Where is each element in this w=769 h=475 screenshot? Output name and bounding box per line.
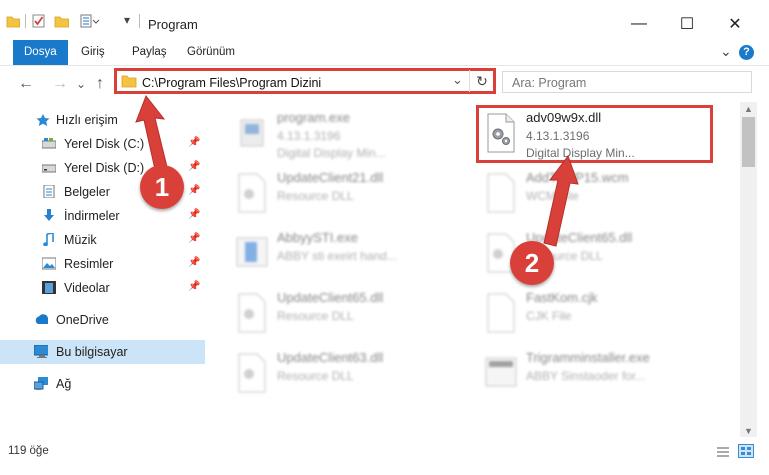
drive-icon: [42, 138, 56, 149]
file-name: UpdateClient63.dll: [277, 350, 384, 365]
expand-ribbon-icon[interactable]: ⌄: [720, 43, 732, 60]
title-bar: ▾ Program — ☐ ✕: [0, 0, 769, 41]
dll-gear-icon: [238, 353, 266, 393]
forward-button[interactable]: →: [52, 75, 68, 93]
tab-share[interactable]: Paylaş: [121, 40, 178, 65]
up-button[interactable]: ↑: [96, 75, 104, 93]
tab-view[interactable]: Görünüm: [176, 40, 246, 65]
sidebar-item-this-pc[interactable]: Bu bilgisayar: [0, 340, 205, 364]
new-folder-icon[interactable]: [54, 13, 70, 29]
file-item[interactable]: UpdateClient65.dll Resource DLL: [235, 290, 470, 350]
properties-icon[interactable]: [31, 13, 47, 29]
address-path[interactable]: C:\Program Files\Program Dizini: [142, 76, 321, 90]
computer-icon: [34, 345, 48, 358]
drive-icon: [42, 164, 56, 173]
scroll-down-icon[interactable]: ▼: [744, 426, 753, 436]
network-icon: [34, 377, 48, 390]
sidebar-item-label: Bu bilgisayar: [56, 345, 128, 359]
dll-gear-icon: [238, 293, 266, 333]
file-type: CJK File: [526, 309, 572, 323]
scroll-up-icon[interactable]: ▲: [744, 104, 753, 114]
file-name: Trigramminstaller.exe: [526, 350, 650, 365]
sidebar-item-label: Ağ: [56, 377, 72, 391]
file-item[interactable]: FastKom.cjk CJK File: [484, 290, 719, 350]
window-title: Program: [148, 17, 198, 32]
exe-icon: [485, 357, 517, 387]
videos-icon: [42, 281, 56, 294]
sidebar-item-videos[interactable]: Videolar 📌: [0, 276, 205, 300]
separator: [25, 14, 26, 28]
folder-icon: [121, 75, 137, 88]
quick-access-customize-icon[interactable]: ▾: [124, 13, 130, 27]
file-name: FastKom.cjk: [526, 290, 598, 305]
generic-file-icon: [487, 293, 515, 333]
tab-home[interactable]: Giriş: [70, 40, 116, 65]
sidebar-item-onedrive[interactable]: OneDrive: [0, 308, 205, 332]
file-description: Digital Display Min...: [277, 146, 386, 160]
details-view-icon[interactable]: [716, 446, 730, 458]
sidebar-item-label: Videolar: [64, 281, 110, 295]
minimize-button[interactable]: —: [616, 8, 662, 40]
file-type: Resource DLL: [277, 189, 354, 203]
pictures-icon: [42, 257, 56, 270]
folder-icon: [6, 16, 20, 28]
back-button[interactable]: ←: [18, 75, 34, 93]
sidebar-item-pictures[interactable]: Resimler 📌: [0, 252, 205, 276]
sidebar-item-label: OneDrive: [56, 313, 109, 327]
music-icon: [43, 233, 54, 246]
sidebar-item-label: Resimler: [64, 257, 114, 271]
sidebar-item-music[interactable]: Müzik 📌: [0, 228, 205, 252]
view-options-icon[interactable]: [80, 13, 100, 29]
file-item[interactable]: UpdateClient63.dll Resource DLL: [235, 350, 470, 410]
item-count: 119 öğe: [8, 445, 49, 457]
file-item[interactable]: Trigramminstaller.exe ABBY Sinstaoder fo…: [484, 350, 719, 410]
separator: [139, 14, 140, 28]
large-icons-view-icon[interactable]: [738, 444, 754, 458]
file-type: Resource DLL: [277, 309, 354, 323]
scroll-thumb[interactable]: [742, 117, 755, 167]
file-name: UpdateClient65.dll: [277, 290, 384, 305]
generic-file-icon: [487, 173, 515, 213]
refresh-button[interactable]: ↻: [469, 70, 494, 92]
documents-icon: [43, 185, 55, 198]
sidebar-item-label: Müzik: [64, 233, 97, 247]
pin-icon: 📌: [188, 209, 201, 220]
download-icon: [44, 209, 54, 221]
dll-gear-icon: [238, 173, 266, 213]
file-description: ABBY sti exeirt hand...: [277, 249, 397, 263]
file-name: UpdateClient21.dll: [277, 170, 384, 185]
callout-badge-2: 2: [510, 241, 554, 285]
sidebar-item-network[interactable]: Ağ: [0, 372, 205, 396]
status-bar: [0, 439, 769, 475]
ribbon-tabs: Dosya Giriş Paylaş Görünüm ⌄ ?: [0, 40, 769, 66]
pin-icon: 📌: [188, 281, 201, 292]
star-icon: [36, 114, 50, 126]
file-name: AbbyySTI.exe: [277, 230, 358, 245]
file-item[interactable]: AbbyySTI.exe ABBY sti exeirt hand...: [235, 230, 470, 290]
highlight-box: [476, 105, 713, 163]
recent-locations-button[interactable]: ⌄: [76, 77, 86, 91]
help-icon[interactable]: ?: [739, 45, 754, 60]
callout-badge-1: 1: [140, 165, 184, 209]
file-version: 4.13.1.3196: [277, 129, 341, 143]
file-description: ABBY Sinstaoder for...: [526, 369, 646, 383]
sidebar-item-label: İndirmeler: [64, 209, 120, 223]
pin-icon: 📌: [188, 257, 201, 268]
cloud-icon: [35, 314, 48, 324]
search-input[interactable]: Ara: Program: [512, 76, 586, 90]
sidebar-item-label: Hızlı erişim: [56, 113, 118, 127]
exe-icon: [240, 119, 264, 147]
pin-icon: 📌: [188, 233, 201, 244]
address-dropdown-button[interactable]: ⌄: [452, 72, 463, 88]
sidebar-item-downloads[interactable]: İndirmeler 📌: [0, 204, 205, 228]
tab-file[interactable]: Dosya: [13, 40, 68, 65]
close-button[interactable]: ✕: [712, 8, 758, 40]
file-item[interactable]: UpdateClient21.dll Resource DLL: [235, 170, 470, 230]
exe-icon: [236, 237, 268, 267]
sidebar-item-label: Belgeler: [64, 185, 110, 199]
maximize-button[interactable]: ☐: [664, 8, 710, 40]
file-item[interactable]: program.exe 4.13.1.3196 Digital Display …: [235, 110, 470, 170]
file-name: program.exe: [277, 110, 350, 125]
file-type: Resource DLL: [277, 369, 354, 383]
